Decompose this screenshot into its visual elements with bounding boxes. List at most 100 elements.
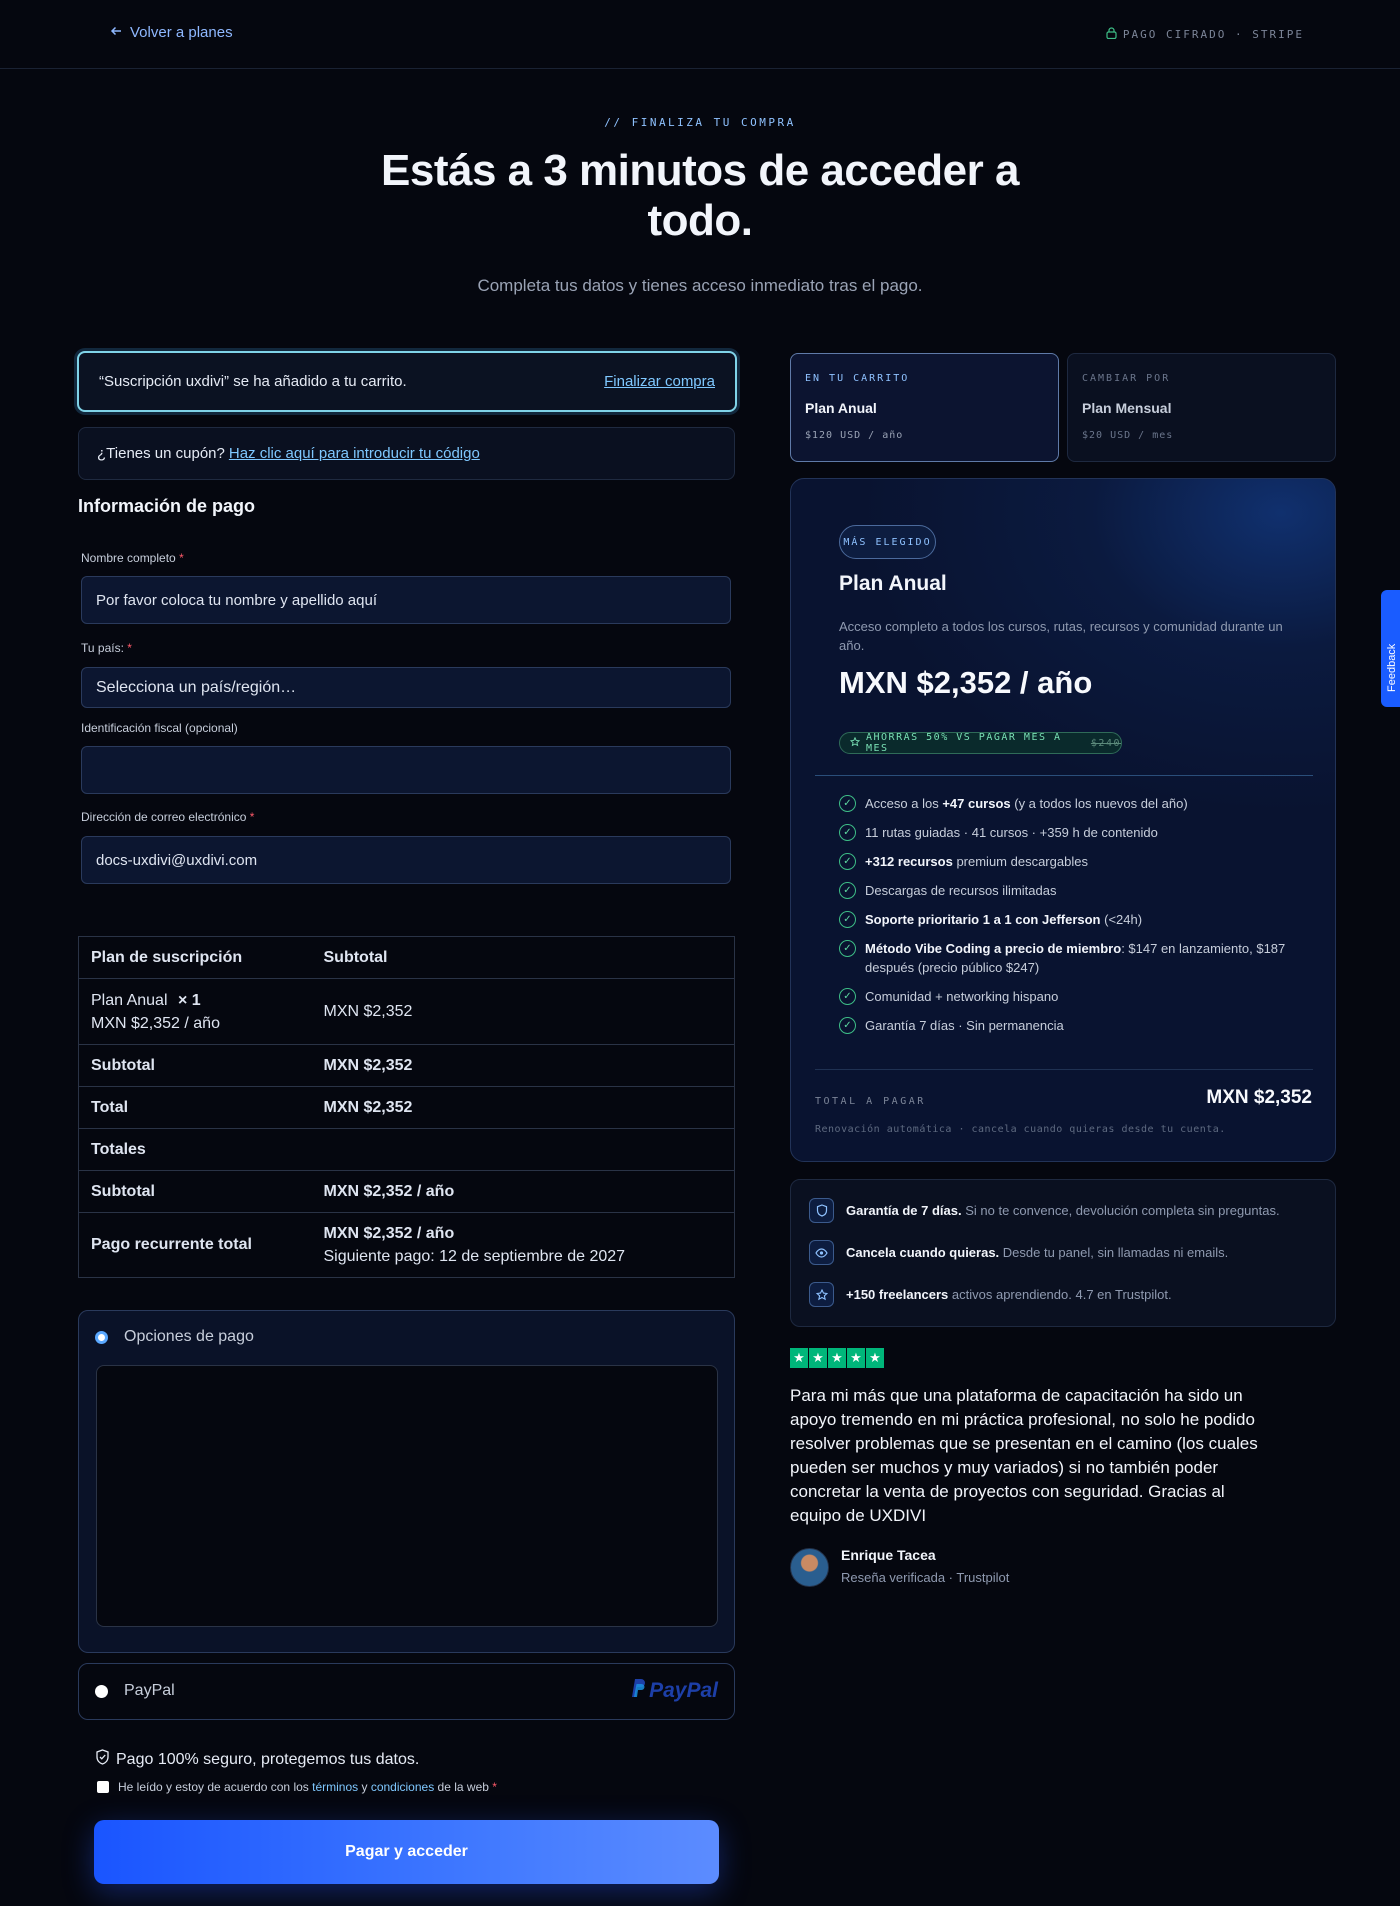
terms-post-text: de la web xyxy=(437,1780,489,1794)
email-label-text: Dirección de correo electrónico xyxy=(81,810,247,824)
guarantee-row: +150 freelancers activos aprendiendo. 4.… xyxy=(809,1282,1172,1307)
savings-text: AHORRAS 50% VS PAGAR MES A MES xyxy=(866,732,1062,754)
next-payment-date: Siguiente pago: 12 de septiembre de 2027 xyxy=(323,1248,626,1265)
paypal-label: PayPal xyxy=(124,1682,175,1699)
shield-check-icon xyxy=(95,1749,110,1770)
plan-card-description: Acceso completo a todos los cursos, ruta… xyxy=(839,619,1283,653)
feature-bold: Soporte prioritario 1 a 1 con Jefferson xyxy=(865,912,1101,927)
subtotal-value: MXN $2,352 xyxy=(311,1044,735,1087)
cart-notice: “Suscripción uxdivi” se ha añadido a tu … xyxy=(77,351,737,412)
guarantees-card: Garantía de 7 días. Si no te convence, d… xyxy=(790,1179,1336,1327)
guarantee-text: +150 freelancers activos aprendiendo. 4.… xyxy=(846,1287,1172,1302)
plan-summary-card: MÁS ELEGIDO Plan Anual Acceso completo a… xyxy=(790,478,1336,1162)
feature-bold: +47 cursos xyxy=(942,796,1011,811)
feature-bold: Método Vibe Coding a precio de miembro xyxy=(865,941,1122,956)
full-name-input[interactable]: Por favor coloca tu nombre y apellido aq… xyxy=(81,576,731,624)
coupon-link[interactable]: Haz clic aquí para introducir tu código xyxy=(229,445,480,462)
country-select[interactable]: Selecciona un país/región… xyxy=(81,667,731,708)
tab-plan-price: $120 USD / año xyxy=(805,430,904,441)
plan-card-price: MXN $2,352 / año xyxy=(839,665,1093,700)
check-circle-icon: ✓ xyxy=(839,911,856,928)
country-label-text: Tu país: xyxy=(81,641,124,655)
recurring-total-cell: MXN $2,352 / año Siguiente pago: 12 de s… xyxy=(311,1212,735,1278)
feature-pre: Comunidad + networking hispano xyxy=(865,989,1059,1004)
star-icon xyxy=(809,1282,834,1307)
required-marker: * xyxy=(249,810,255,824)
feature-item: ✓ Comunidad + networking hispano xyxy=(839,987,1309,1006)
guarantee-row: Cancela cuando quieras. Desde tu panel, … xyxy=(809,1240,1228,1265)
tax-id-label: Identificación fiscal (opcional) xyxy=(81,721,238,735)
page-title: Estás a 3 minutos de acceder a todo. xyxy=(381,146,1019,245)
terms-pre-text: He leído y estoy de acuerdo con los xyxy=(118,1780,309,1794)
cart-notice-text: “Suscripción uxdivi” se ha añadido a tu … xyxy=(99,373,407,390)
terms-agreement: He leído y estoy de acuerdo con los térm… xyxy=(97,1780,497,1794)
tab-eyebrow: EN TU CARRITO xyxy=(805,373,910,384)
total-value: MXN $2,352 xyxy=(311,1086,735,1129)
back-to-plans-link[interactable]: Volver a planes xyxy=(110,24,233,41)
paypal-logo: PayPal xyxy=(629,1678,718,1704)
table-row: Totales xyxy=(78,1128,735,1171)
check-circle-icon: ✓ xyxy=(839,1017,856,1034)
plan-tab-annual[interactable]: EN TU CARRITO Plan Anual $120 USD / año xyxy=(790,353,1059,462)
review-text: Para mi más que una plataforma de capaci… xyxy=(790,1386,1258,1525)
card-divider xyxy=(815,775,1313,776)
guarantee-detail: activos aprendiendo. 4.7 en Trustpilot. xyxy=(948,1287,1172,1302)
feature-item: ✓ 11 rutas guiadas · 41 cursos · +359 h d… xyxy=(839,823,1309,842)
payment-element-frame[interactable] xyxy=(96,1365,718,1627)
order-item-qty: × 1 xyxy=(177,991,201,1009)
savings-pill: AHORRAS 50% VS PAGAR MES A MES $240 xyxy=(839,732,1122,754)
feature-pre: Acceso a los xyxy=(865,796,943,811)
tab-eyebrow: CAMBIAR POR xyxy=(1082,373,1171,384)
renewal-note: Renovación automática · cancela cuando q… xyxy=(815,1124,1226,1135)
order-item-price: MXN $2,352 xyxy=(311,978,735,1045)
star-outline-icon xyxy=(849,736,861,750)
feature-text: 11 rutas guiadas · 41 cursos · +359 h de… xyxy=(865,823,1158,842)
table-row: Plan Anual × 1 MXN $2,352 / año MXN $2,3… xyxy=(78,978,735,1045)
conditions-link[interactable]: condiciones xyxy=(371,1780,434,1794)
required-marker: * xyxy=(127,641,132,655)
order-summary-table: Plan de suscripción Subtotal Plan Anual … xyxy=(78,936,735,1278)
feature-item: ✓ +312 recursos premium descargables xyxy=(839,852,1309,871)
checkout-link[interactable]: Finalizar compra xyxy=(604,373,715,390)
paypal-radio[interactable] xyxy=(95,1685,108,1698)
tab-plan-price: $20 USD / mes xyxy=(1082,430,1174,441)
tax-id-label-text: Identificación fiscal (opcional) xyxy=(81,721,238,735)
feature-post: premium descargables xyxy=(952,854,1088,869)
check-circle-icon: ✓ xyxy=(839,882,856,899)
subtotal-label: Subtotal xyxy=(78,1044,312,1087)
tab-plan-name: Plan Mensual xyxy=(1082,400,1172,416)
terms-checkbox[interactable] xyxy=(97,1781,109,1793)
tax-id-input[interactable] xyxy=(81,746,731,794)
terms-link[interactable]: términos xyxy=(312,1780,358,1794)
guarantee-text: Cancela cuando quieras. Desde tu panel, … xyxy=(846,1245,1228,1260)
full-name-label-text: Nombre completo xyxy=(81,551,176,565)
arrow-left-icon xyxy=(110,24,122,41)
feature-item: ✓ Soporte prioritario 1 a 1 con Jefferson… xyxy=(839,910,1309,929)
header-plan: Plan de suscripción xyxy=(91,948,243,966)
plan-card-title: Plan Anual xyxy=(839,572,947,595)
table-header-row: Plan de suscripción Subtotal xyxy=(79,937,735,979)
total-label: Total xyxy=(78,1086,312,1129)
top-bar: Volver a planes PAGO CIFRADO · STRIPE xyxy=(0,0,1400,69)
coupon-text: ¿Tienes un cupón? xyxy=(97,445,225,462)
guarantee-detail: Desde tu panel, sin llamadas ni emails. xyxy=(999,1245,1229,1260)
rating-star-icon: ★ xyxy=(809,1348,827,1368)
most-chosen-badge: MÁS ELEGIDO xyxy=(839,525,936,559)
guarantee-bold: +150 freelancers xyxy=(846,1287,949,1302)
recurring-total-value: MXN $2,352 / año xyxy=(323,1225,455,1242)
secure-payment-note: Pago 100% seguro, protegemos tus datos. xyxy=(95,1749,419,1770)
reviewer-meta: Reseña verificada · Trustpilot xyxy=(841,1570,1010,1585)
total-to-pay-label: TOTAL A PAGAR xyxy=(815,1096,926,1107)
plan-tab-monthly[interactable]: CAMBIAR POR Plan Mensual $20 USD / mes xyxy=(1067,353,1336,462)
rating-star-icon: ★ xyxy=(866,1348,884,1368)
feature-bold: +312 recursos xyxy=(865,854,953,869)
rating-star-icon: ★ xyxy=(790,1348,808,1368)
email-input[interactable]: docs-uxdivi@uxdivi.com xyxy=(81,836,731,884)
payment-option-radio[interactable] xyxy=(95,1331,108,1344)
pay-and-access-button[interactable]: Pagar y acceder xyxy=(94,1820,719,1884)
paypal-option[interactable]: PayPal PayPal xyxy=(78,1663,735,1720)
feedback-tab[interactable]: Feedback xyxy=(1381,590,1400,707)
savings-old-price: $240 xyxy=(1090,737,1121,749)
required-marker: * xyxy=(492,1780,497,1794)
feature-post: (<24h) xyxy=(1100,912,1143,927)
